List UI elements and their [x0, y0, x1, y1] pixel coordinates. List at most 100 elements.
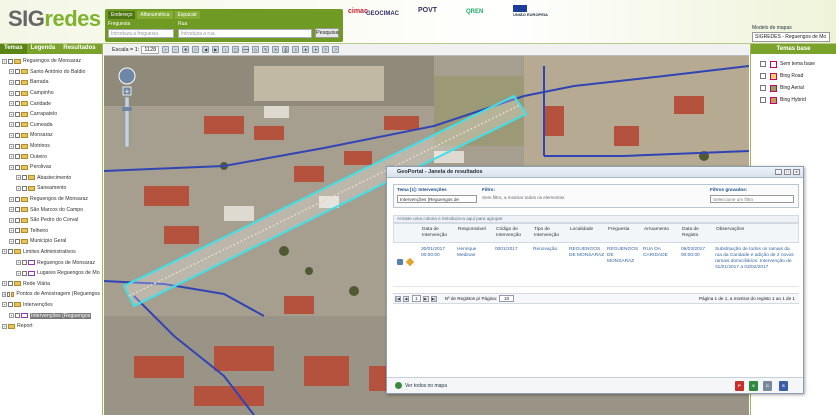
layer-checkbox[interactable] — [22, 175, 27, 181]
expand-icon[interactable]: + — [9, 79, 14, 85]
search-tab-alfanumerica[interactable]: Alfanumérica — [137, 11, 173, 19]
layer-tree-item[interactable]: + Reguengos de Monsaraz — [2, 257, 100, 268]
layer-checkbox[interactable] — [15, 217, 20, 223]
expand-icon[interactable]: + — [16, 270, 21, 276]
layer-tree-item[interactable]: + Reguengos de Monsaraz — [2, 56, 100, 67]
layer-tree-item[interactable]: + Telheiro — [2, 226, 100, 237]
layer-tree-item[interactable]: + Pontos de Amostragem (Reguengos — [2, 289, 100, 300]
pan-icon[interactable]: ✥ — [182, 46, 190, 53]
page-number[interactable]: 1 — [412, 295, 421, 302]
first-page-icon[interactable]: |◀ — [395, 295, 401, 302]
layer-tree-item[interactable]: + Carrapatelo — [2, 109, 100, 120]
layer-checkbox[interactable] — [8, 58, 13, 64]
column-header[interactable]: Data de Intervenção — [422, 227, 456, 239]
layer-tree-item[interactable]: + Limites Administrativos — [2, 247, 100, 258]
base-layer-checkbox[interactable] — [760, 73, 766, 79]
results-window[interactable]: GeoPortal - Janela de resultados _ □ × T… — [386, 166, 804, 394]
layer-tree-item[interactable]: + Monsaraz — [2, 130, 100, 141]
expand-icon[interactable]: + — [9, 238, 14, 244]
base-layer-item[interactable]: Bing Road — [751, 70, 836, 82]
layer-checkbox[interactable] — [15, 90, 20, 96]
export-pdf-icon[interactable]: P — [735, 381, 744, 391]
expand-icon[interactable]: + — [9, 154, 14, 160]
layer-checkbox[interactable] — [15, 122, 20, 128]
theme-select[interactable]: Intervenções (Reguengos de — [397, 195, 477, 203]
export-csv-icon[interactable]: C — [763, 381, 772, 391]
base-layer-item[interactable]: Bing Hybrid — [751, 94, 836, 106]
expand-icon[interactable]: + — [9, 69, 14, 75]
scale-input[interactable]: 1128 — [141, 45, 160, 54]
layer-tree-item[interactable]: + Perolivas — [2, 162, 100, 173]
expand-icon[interactable]: + — [9, 313, 14, 319]
measure-area-icon[interactable]: ◇ — [252, 46, 260, 53]
column-header[interactable]: Freguesia — [608, 227, 642, 233]
layer-tree-item[interactable]: + Outeiro — [2, 151, 100, 162]
saved-filters-select[interactable]: Seleccione um filtro — [710, 195, 794, 203]
tab-temas[interactable]: Temas — [0, 44, 27, 54]
layer-checkbox[interactable] — [15, 132, 20, 138]
layer-checkbox[interactable] — [22, 270, 27, 276]
column-header[interactable]: Data de Registo — [682, 227, 712, 239]
zoom-control[interactable]: + — [116, 67, 138, 159]
tab-resultados[interactable]: Resultados — [59, 44, 99, 54]
layer-checkbox[interactable] — [15, 228, 20, 234]
expand-icon[interactable]: + — [9, 228, 14, 234]
layer-tree-item[interactable]: + Santo António do Baldio — [2, 67, 100, 78]
last-page-icon[interactable]: ▶| — [430, 295, 437, 302]
edit-record-icon[interactable] — [405, 257, 415, 267]
zoom-extent-icon[interactable]: □ — [192, 46, 200, 53]
layer-tree-item[interactable]: + Motrinos — [2, 141, 100, 152]
expand-icon[interactable]: + — [2, 58, 7, 64]
layer-checkbox[interactable] — [15, 238, 20, 244]
results-title-bar[interactable]: GeoPortal - Janela de resultados _ □ × — [387, 167, 803, 178]
layer-checkbox[interactable] — [15, 143, 20, 149]
layer-checkbox[interactable] — [8, 281, 13, 287]
layer-checkbox[interactable] — [15, 79, 20, 85]
expand-icon[interactable]: + — [16, 185, 21, 191]
select-icon[interactable]: ▢ — [232, 46, 240, 53]
expand-icon[interactable]: + — [9, 90, 14, 96]
expand-icon[interactable]: + — [9, 207, 14, 213]
maximize-icon[interactable]: □ — [784, 169, 791, 175]
layer-tree-item[interactable]: + Cumeada — [2, 120, 100, 131]
zoom-out-icon[interactable]: − — [172, 46, 180, 53]
layer-checkbox[interactable] — [15, 69, 20, 75]
layer-tree-item[interactable]: + Reguengos de Monsaraz — [2, 194, 100, 205]
expand-icon[interactable]: + — [9, 132, 14, 138]
layer-tree-item[interactable]: + Barrada — [2, 77, 100, 88]
previous-view-icon[interactable]: ◀ — [202, 46, 210, 53]
layer-tree-item[interactable]: + São Pedro do Corval — [2, 215, 100, 226]
expand-icon[interactable]: + — [9, 217, 14, 223]
layer-tree-item[interactable]: + Saneamento — [2, 183, 100, 194]
expand-icon[interactable]: + — [9, 196, 14, 202]
base-layer-checkbox[interactable] — [760, 85, 766, 91]
layer-tree-item[interactable]: + São Marcos do Campo — [2, 204, 100, 215]
expand-icon[interactable]: + — [2, 291, 7, 297]
layer-tree-item[interactable]: + Caridade — [2, 98, 100, 109]
base-layer-item[interactable]: Sem tema base — [751, 58, 836, 70]
layer-tree-item[interactable]: + Intervenções (Reguengos — [2, 310, 100, 321]
column-header[interactable]: Código de Intervenção — [496, 227, 528, 239]
zoom-slider-handle[interactable] — [122, 107, 132, 111]
layer-tree-item[interactable]: + Abastecimento — [2, 173, 100, 184]
expand-icon[interactable]: + — [2, 323, 7, 329]
layer-tree-item[interactable]: + Report — [2, 321, 100, 332]
layer-checkbox[interactable] — [15, 196, 20, 202]
tab-legenda[interactable]: Legenda — [27, 44, 60, 54]
expand-icon[interactable]: + — [9, 143, 14, 149]
layer-tree-item[interactable]: + Município Geral — [2, 236, 100, 247]
table-row[interactable]: 30/01/2017 00:00:00 Henrique Medinas 000… — [393, 243, 799, 287]
expand-icon[interactable]: + — [16, 260, 21, 266]
zoom-in-icon[interactable]: + — [162, 46, 170, 53]
layer-checkbox[interactable] — [15, 207, 20, 213]
help-icon[interactable]: ? — [332, 46, 340, 53]
expand-icon[interactable]: + — [2, 281, 7, 287]
expand-icon[interactable]: + — [9, 101, 14, 107]
search-tab-espacial[interactable]: Espacial — [174, 11, 200, 19]
group-by-hint[interactable]: Arraste uma coluna e introduza-a aqui pa… — [393, 215, 799, 223]
layer-checkbox[interactable] — [22, 260, 27, 266]
freguesia-input[interactable]: Introduza a freguesia — [108, 29, 174, 38]
pan-compass-icon[interactable] — [118, 67, 136, 85]
base-layer-checkbox[interactable] — [760, 61, 766, 67]
base-layer-checkbox[interactable] — [760, 97, 766, 103]
